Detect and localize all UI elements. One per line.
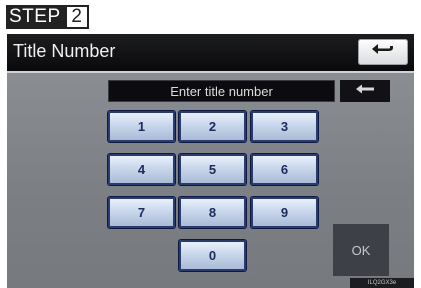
image-code: ILQ2GX3e (350, 278, 414, 288)
key-9[interactable]: 9 (251, 197, 318, 228)
step-label: STEP (6, 5, 65, 29)
ok-button[interactable]: OK (333, 224, 389, 276)
key-3[interactable]: 3 (251, 111, 318, 142)
key-2[interactable]: 2 (179, 111, 246, 142)
key-4[interactable]: 4 (108, 154, 175, 185)
key-6[interactable]: 6 (251, 154, 318, 185)
return-arrow-icon (368, 42, 398, 63)
backspace-button[interactable] (340, 80, 390, 102)
step-number: 2 (64, 5, 89, 29)
back-button[interactable] (358, 39, 408, 65)
screen-title: Title Number (13, 41, 116, 61)
title-number-screen: Title Number Enter title number 1 2 3 4 … (7, 34, 414, 288)
key-1[interactable]: 1 (108, 111, 175, 142)
backspace-arrow-icon (354, 82, 376, 100)
title-number-input[interactable]: Enter title number (108, 80, 335, 102)
step-badge: STEP 2 (6, 5, 89, 29)
key-5[interactable]: 5 (179, 154, 246, 185)
key-7[interactable]: 7 (108, 197, 175, 228)
key-8[interactable]: 8 (179, 197, 246, 228)
key-0[interactable]: 0 (179, 240, 246, 271)
title-bar: Title Number (7, 34, 414, 73)
